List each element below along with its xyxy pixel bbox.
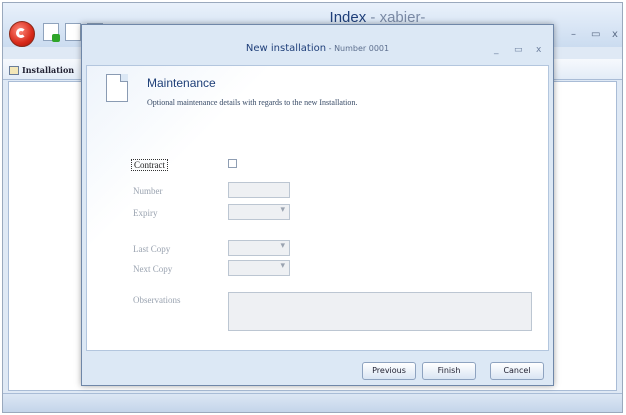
dialog-title-text: New installation <box>245 43 327 54</box>
last-copy-label: Last Copy <box>133 244 171 254</box>
number-label: Number <box>133 186 163 196</box>
contract-label[interactable]: Contract <box>131 159 168 171</box>
new-installation-dialog: New installation - Number 0001 _ ▭ x Mai… <box>81 24 554 386</box>
cancel-button[interactable]: Cancel <box>490 362 544 380</box>
section-title: Maintenance <box>147 76 216 90</box>
expiry-label: Expiry <box>133 208 158 218</box>
ribbon-tab-label: Installation <box>22 65 75 75</box>
dialog-maximize-button[interactable]: ▭ <box>514 45 523 55</box>
installation-icon <box>9 66 19 75</box>
next-copy-select[interactable] <box>228 260 290 276</box>
dialog-subtitle: - Number 0001 <box>326 44 390 53</box>
app-minimize-button[interactable]: – <box>571 29 576 40</box>
dialog-body: Maintenance Optional maintenance details… <box>86 65 549 351</box>
expiry-select[interactable] <box>228 204 290 220</box>
dialog-title: New installation - Number 0001 <box>82 43 553 54</box>
app-close-button[interactable]: x <box>612 29 618 40</box>
observations-textarea[interactable] <box>228 292 532 331</box>
page-icon <box>106 74 128 102</box>
previous-button[interactable]: Previous <box>362 362 416 380</box>
dialog-titlebar[interactable]: New installation - Number 0001 _ ▭ x <box>82 25 553 65</box>
next-copy-label: Next Copy <box>133 264 173 274</box>
finish-button[interactable]: Finish <box>422 362 476 380</box>
contract-checkbox[interactable] <box>228 159 237 168</box>
number-field[interactable] <box>228 182 290 198</box>
observations-label: Observations <box>133 295 181 305</box>
last-copy-select[interactable] <box>228 240 290 256</box>
ribbon-tab-installation[interactable]: Installation <box>9 65 74 75</box>
app-maximize-button[interactable]: ▭ <box>591 29 600 40</box>
status-bar <box>3 393 622 412</box>
dialog-close-button[interactable]: x <box>536 45 541 55</box>
dialog-minimize-button[interactable]: _ <box>494 45 499 55</box>
section-description: Optional maintenance details with regard… <box>147 98 358 107</box>
